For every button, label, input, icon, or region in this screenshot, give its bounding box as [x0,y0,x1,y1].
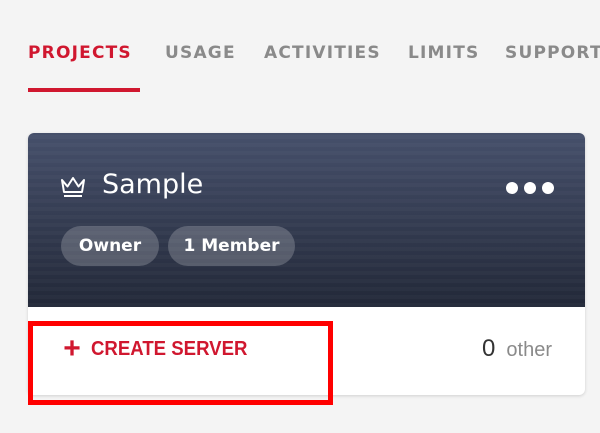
tab-activities[interactable]: ACTIVITIES [264,43,381,63]
more-options-icon[interactable] [506,182,554,196]
active-tab-indicator [28,88,140,92]
member-count-badge: 1 Member [168,226,295,266]
project-title: Sample [102,169,204,200]
tab-usage[interactable]: USAGE [165,43,236,63]
project-card: Sample Owner 1 Member + CREATE SERVER 0 … [28,133,585,395]
tab-support[interactable]: SUPPORT [505,43,600,63]
create-server-label: CREATE SERVER [91,337,248,360]
tab-projects[interactable]: PROJECTS [28,43,132,63]
other-count-label: other [506,339,552,361]
project-card-header[interactable]: Sample Owner 1 Member [28,133,585,307]
role-badge: Owner [61,226,159,266]
create-server-button[interactable]: + CREATE SERVER [60,332,259,365]
other-count-value: 0 [482,335,496,362]
tab-limits[interactable]: LIMITS [408,43,479,63]
other-count: 0 other [482,335,552,365]
crown-icon [61,177,85,197]
plus-icon: + [63,332,81,365]
nav-tabs: PROJECTS USAGE ACTIVITIES LIMITS SUPPORT [0,0,600,100]
